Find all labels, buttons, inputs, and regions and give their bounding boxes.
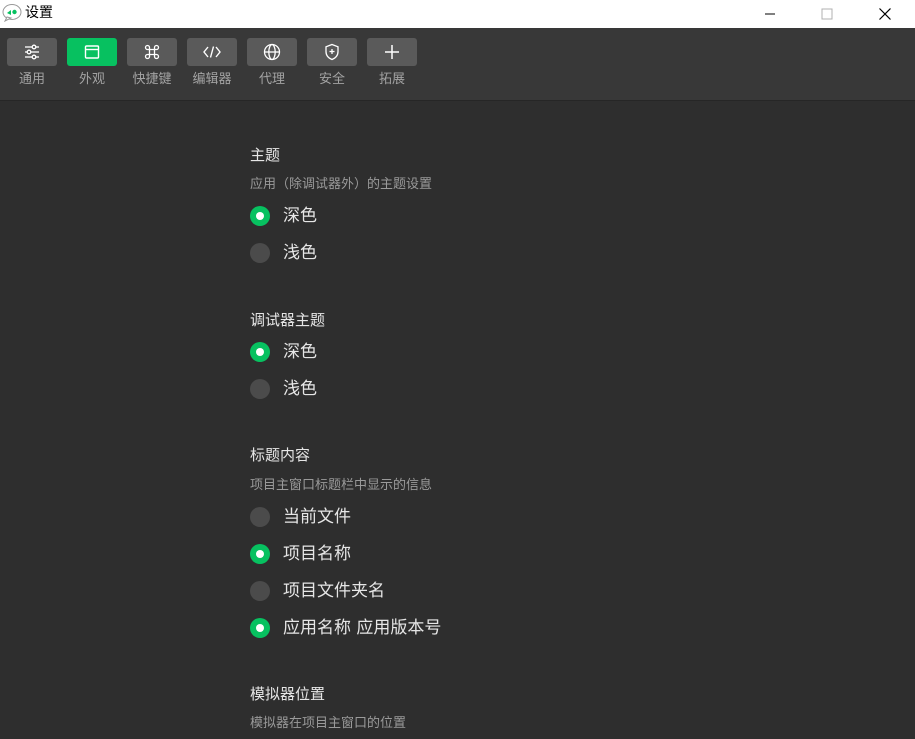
radio-label: 深色 (283, 206, 317, 226)
tab-extensions-label: 拓展 (378, 72, 405, 87)
minimize-icon (765, 13, 775, 15)
tab-extensions-button[interactable] (367, 38, 417, 66)
title-bar: 设置 (0, 0, 915, 28)
radio-label: 项目文件夹名 (283, 581, 385, 601)
radio-label: 深色 (283, 342, 317, 362)
globe-icon (263, 43, 281, 61)
tab-general-label: 通用 (18, 72, 45, 87)
radio-button-checked[interactable] (250, 206, 270, 226)
settings-toolbar: 通用 外观 快捷键 编辑器 代理 安全 拓展 (0, 28, 915, 100)
window-icon (84, 45, 100, 59)
tab-general[interactable]: 通用 (7, 38, 57, 94)
close-button[interactable] (862, 0, 908, 28)
simulator-position-section-title: 模拟器位置 (250, 685, 326, 703)
debugger-theme-section-title: 调试器主题 (250, 311, 326, 329)
simulator-position-section-desc: 模拟器在项目主窗口的位置 (250, 716, 407, 731)
plus-icon (385, 45, 399, 59)
tab-security-label: 安全 (318, 72, 345, 87)
tab-shortcuts-button[interactable] (127, 38, 177, 66)
radio-label: 应用名称 应用版本号 (283, 618, 442, 638)
minimize-button[interactable] (747, 0, 793, 28)
sliders-icon (25, 44, 39, 60)
tab-proxy-button[interactable] (247, 38, 297, 66)
title-content-section-desc: 项目主窗口标题栏中显示的信息 (250, 478, 433, 493)
code-icon (203, 46, 221, 58)
tab-appearance-button[interactable] (67, 38, 117, 66)
radio-label: 当前文件 (283, 507, 351, 527)
theme-option-light[interactable]: 浅色 (250, 242, 317, 264)
tab-appearance[interactable]: 外观 (67, 38, 117, 94)
radio-label: 浅色 (283, 243, 317, 263)
title-content-section-title: 标题内容 (250, 446, 311, 464)
title-option-project-name[interactable]: 项目名称 (250, 543, 351, 565)
tab-proxy-label: 代理 (258, 72, 285, 87)
radio-button-checked[interactable] (250, 618, 270, 638)
tab-shortcuts[interactable]: 快捷键 (127, 38, 177, 94)
theme-section-title: 主题 (250, 146, 281, 164)
tab-extensions[interactable]: 拓展 (367, 38, 417, 94)
radio-label: 浅色 (283, 379, 317, 399)
tab-editor-label: 编辑器 (192, 72, 232, 87)
title-option-app-name-version[interactable]: 应用名称 应用版本号 (250, 617, 441, 639)
wechat-devtools-logo-icon (2, 4, 22, 23)
debugger-theme-option-light[interactable]: 浅色 (250, 378, 317, 400)
tab-editor-button[interactable] (187, 38, 237, 66)
theme-option-dark[interactable]: 深色 (250, 205, 317, 227)
tab-security[interactable]: 安全 (307, 38, 357, 94)
maximize-icon (821, 8, 833, 20)
close-icon (879, 8, 891, 20)
window-title: 设置 (25, 5, 53, 21)
command-key-icon (144, 44, 160, 60)
radio-label: 项目名称 (283, 544, 351, 564)
tab-proxy[interactable]: 代理 (247, 38, 297, 94)
tab-editor[interactable]: 编辑器 (187, 38, 237, 94)
radio-button-checked[interactable] (250, 342, 270, 362)
tab-security-button[interactable] (307, 38, 357, 66)
radio-button-checked[interactable] (250, 544, 270, 564)
radio-button[interactable] (250, 581, 270, 601)
radio-button[interactable] (250, 507, 270, 527)
title-option-current-file[interactable]: 当前文件 (250, 506, 351, 528)
maximize-button[interactable] (804, 0, 850, 28)
title-option-project-folder[interactable]: 项目文件夹名 (250, 580, 385, 602)
tab-appearance-label: 外观 (78, 72, 105, 87)
appearance-settings: 主题 应用（除调试器外）的主题设置 深色 浅色 调试器主题 深色 浅色 标题内容… (250, 101, 870, 739)
shield-icon (325, 43, 339, 61)
radio-button[interactable] (250, 379, 270, 399)
tab-general-button[interactable] (7, 38, 57, 66)
debugger-theme-option-dark[interactable]: 深色 (250, 341, 317, 363)
radio-button[interactable] (250, 243, 270, 263)
tab-shortcuts-label: 快捷键 (132, 72, 172, 87)
theme-section-desc: 应用（除调试器外）的主题设置 (250, 177, 433, 192)
